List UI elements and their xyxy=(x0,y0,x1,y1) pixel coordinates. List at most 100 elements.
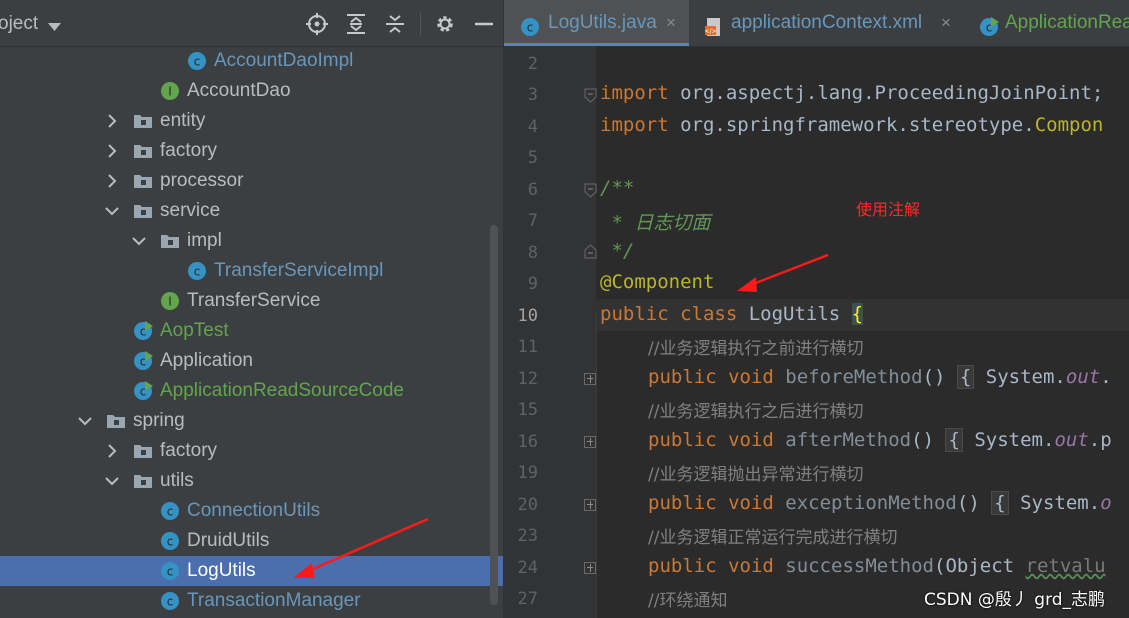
code-line-3: import org.aspectj.lang.ProceedingJoinPo… xyxy=(600,82,1104,104)
code-editor: c LogUtils.java × </> applicationContext… xyxy=(503,0,1129,618)
code-line-4: import org.springframework.stereotype.Co… xyxy=(600,114,1104,136)
chevron-down-icon xyxy=(48,23,61,31)
line-number: 12 xyxy=(517,369,538,389)
tree-item-transferserviceimpl[interactable]: c TransferServiceImpl xyxy=(0,256,490,286)
tab-applicationcontext-xml[interactable]: </> applicationContext.xml × xyxy=(690,0,968,46)
chevron-down-icon[interactable] xyxy=(105,196,119,226)
tree-item-logutils[interactable]: c LogUtils xyxy=(0,556,503,586)
line-number: 5 xyxy=(527,148,538,168)
indent-guide xyxy=(596,311,597,618)
line-number: 9 xyxy=(527,274,538,294)
tree-item-utils[interactable]: utils xyxy=(0,466,490,496)
project-header: oject xyxy=(0,0,503,47)
tree-item-service[interactable]: service xyxy=(0,196,490,226)
tree-item-connectionutils[interactable]: c ConnectionUtils xyxy=(0,496,490,526)
svg-text:c: c xyxy=(167,505,174,519)
tree-item-factory[interactable]: factory xyxy=(0,436,490,466)
tree-item-label: ConnectionUtils xyxy=(187,500,321,521)
svg-text:I: I xyxy=(168,85,172,99)
annotation-note: 使用注解 xyxy=(856,200,921,219)
tab-label: LogUtils.java xyxy=(548,12,657,33)
tree-item-factory[interactable]: factory xyxy=(0,136,490,166)
folder-icon xyxy=(134,475,152,488)
line-number: 15 xyxy=(517,400,538,420)
code-line-20: public void exceptionMethod() { System.o xyxy=(648,491,1112,515)
chevron-right-icon[interactable] xyxy=(105,436,119,466)
line-number: 19 xyxy=(517,463,538,483)
svg-text:</>: </> xyxy=(704,28,716,35)
svg-text:c: c xyxy=(167,535,174,549)
folder-icon xyxy=(161,235,179,248)
chevron-right-icon[interactable] xyxy=(105,136,119,166)
tree-item-label: TransferServiceImpl xyxy=(214,260,384,281)
tree-item-processor[interactable]: processor xyxy=(0,166,490,196)
project-view-selector[interactable]: oject xyxy=(0,13,61,35)
locate-icon[interactable] xyxy=(306,13,328,35)
chevron-down-icon[interactable] xyxy=(105,466,119,496)
tree-item-accountdao[interactable]: I AccountDao xyxy=(0,76,490,106)
tree-scrollbar[interactable] xyxy=(490,225,498,605)
chevron-down-icon[interactable] xyxy=(78,406,92,436)
tree-item-transactionmanager[interactable]: c TransactionManager xyxy=(0,586,490,616)
tree-item-label: DruidUtils xyxy=(187,530,270,551)
tree-item-label: AccountDaoImpl xyxy=(214,50,354,71)
collapse-all-icon[interactable] xyxy=(384,13,406,35)
expand-fold-icon[interactable] xyxy=(584,562,596,574)
tree-item-transferservice[interactable]: I TransferService xyxy=(0,286,490,316)
interface-icon: I xyxy=(161,292,179,310)
tree-item-druidutils[interactable]: c DruidUtils xyxy=(0,526,490,556)
tree-item-accountdaoimpl[interactable]: c AccountDaoImpl xyxy=(0,46,490,76)
tree-item-aoptest[interactable]: c AopTest xyxy=(0,316,490,346)
tab-label: ApplicationRea xyxy=(1005,12,1129,33)
line-number: 20 xyxy=(517,495,538,515)
code-line-16: public void afterMethod() { System.out.p xyxy=(648,428,1112,452)
folder-icon xyxy=(107,415,125,428)
close-icon[interactable]: × xyxy=(666,0,676,50)
watermark: CSDN @殷丿 grd_志鹏 xyxy=(924,590,1106,610)
line-number: 6 xyxy=(527,180,538,200)
line-number: 27 xyxy=(517,589,538,609)
tree-item-label: TransferService xyxy=(187,290,321,311)
tree-item-label: factory xyxy=(160,440,218,461)
tree-item-applicationreadsourcecode[interactable]: c ApplicationReadSourceCode xyxy=(0,376,490,406)
line-number: 11 xyxy=(517,337,538,357)
editor-tab-bar: c LogUtils.java × </> applicationContext… xyxy=(504,0,1129,47)
folder-icon xyxy=(134,205,152,218)
line-number: 24 xyxy=(517,558,538,578)
tree-item-entity[interactable]: entity xyxy=(0,106,490,136)
class-icon: c xyxy=(161,502,179,520)
tab-applicationreadsourcecode[interactable]: c ApplicationRea xyxy=(969,0,1129,46)
gear-icon[interactable] xyxy=(434,13,456,35)
tab-logutils-java[interactable]: c LogUtils.java × xyxy=(504,0,689,46)
runnable-class-icon: c xyxy=(980,17,999,36)
runnable-class-icon: c xyxy=(134,381,153,400)
code-area[interactable]: import org.aspectj.lang.ProceedingJoinPo… xyxy=(596,46,1129,618)
project-panel: oject c AccountDaoImpl I AccountDao enti… xyxy=(0,0,503,618)
chevron-right-icon[interactable] xyxy=(105,166,119,196)
tree-item-label: LogUtils xyxy=(187,560,256,581)
xml-file-icon: </> xyxy=(704,18,720,36)
tree-item-impl[interactable]: impl xyxy=(0,226,490,256)
expand-fold-icon[interactable] xyxy=(584,436,596,448)
expand-fold-icon[interactable] xyxy=(584,373,596,385)
line-number-gutter: 2 3 4 5 6 7 8 9 10 11 12 15 16 19 20 23 … xyxy=(504,46,597,618)
tree-item-spring[interactable]: spring xyxy=(0,406,490,436)
tree-item-application[interactable]: c Application xyxy=(0,346,490,376)
chevron-down-icon[interactable] xyxy=(132,226,146,256)
line-number: 4 xyxy=(527,117,538,137)
tree-item-label: factory xyxy=(160,140,218,161)
expand-fold-icon[interactable] xyxy=(584,499,596,511)
minimize-icon[interactable] xyxy=(473,13,495,35)
folder-icon xyxy=(134,145,152,158)
svg-text:c: c xyxy=(194,55,201,69)
chevron-right-icon[interactable] xyxy=(105,106,119,136)
tree-item-label: service xyxy=(160,200,221,221)
code-line-7: * 日志切面 xyxy=(600,212,711,234)
line-number: 8 xyxy=(527,243,538,263)
tree-item-label: impl xyxy=(187,230,222,251)
close-icon[interactable]: × xyxy=(941,0,951,50)
expand-all-icon[interactable] xyxy=(345,13,367,35)
svg-text:I: I xyxy=(168,295,172,309)
svg-text:c: c xyxy=(167,565,174,579)
code-line-19: //业务逻辑抛出异常进行横切 xyxy=(648,465,864,485)
